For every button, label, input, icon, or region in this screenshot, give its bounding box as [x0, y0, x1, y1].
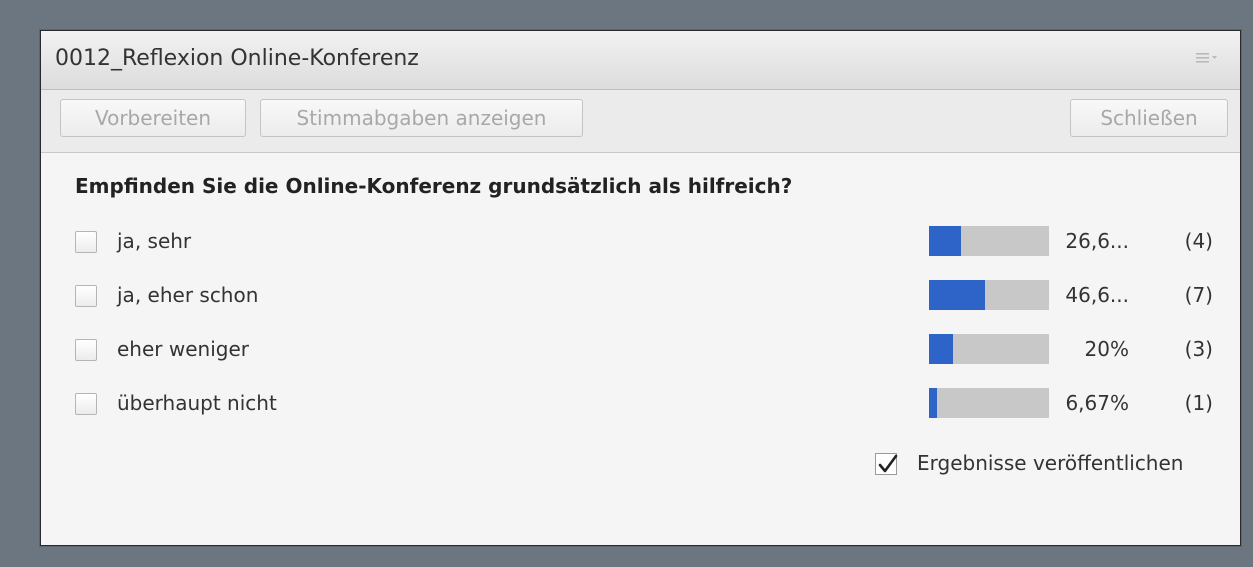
result-bar-fill	[929, 388, 937, 418]
option-label: eher weniger	[117, 337, 249, 361]
result-percent: 20%	[1084, 337, 1129, 361]
pod-title: 0012_Reflexion Online-Konferenz	[55, 46, 419, 71]
close-button[interactable]: Schließen	[1070, 99, 1228, 137]
poll-question: Empfinden Sie die Online-Konferenz grund…	[75, 174, 793, 198]
option-checkbox[interactable]	[75, 231, 97, 253]
publish-results-label: Ergebnisse veröffentlichen	[917, 451, 1184, 475]
result-count: (1)	[1184, 391, 1213, 415]
result-count: (7)	[1184, 283, 1213, 307]
result-bar-fill	[929, 334, 953, 364]
option-label: ja, eher schon	[117, 283, 259, 307]
poll-option-row: ja, sehr 26,6... (4)	[41, 226, 1240, 260]
result-bar-fill	[929, 226, 962, 256]
result-bar	[929, 388, 1049, 418]
result-bar	[929, 226, 1049, 256]
poll-option-row: eher weniger 20% (3)	[41, 334, 1240, 368]
poll-option-row: überhaupt nicht 6,67% (1)	[41, 388, 1240, 422]
result-percent: 46,6...	[1065, 283, 1129, 307]
poll-pod: 0012_Reflexion Online-Konferenz Vorberei…	[40, 30, 1241, 546]
option-checkbox[interactable]	[75, 393, 97, 415]
option-checkbox[interactable]	[75, 339, 97, 361]
pod-options-icon[interactable]	[1196, 51, 1222, 69]
result-bar-fill	[929, 280, 986, 310]
prepare-button[interactable]: Vorbereiten	[60, 99, 246, 137]
pod-titlebar: 0012_Reflexion Online-Konferenz	[41, 31, 1240, 90]
show-votes-button[interactable]: Stimmabgaben anzeigen	[260, 99, 583, 137]
result-percent: 6,67%	[1065, 391, 1129, 415]
result-bar	[929, 334, 1049, 364]
option-label: überhaupt nicht	[117, 391, 277, 415]
option-checkbox[interactable]	[75, 285, 97, 307]
pod-toolbar: Vorbereiten Stimmabgaben anzeigen Schlie…	[41, 90, 1240, 153]
checkmark-icon	[878, 454, 898, 473]
result-bar	[929, 280, 1049, 310]
poll-option-row: ja, eher schon 46,6... (7)	[41, 280, 1240, 314]
result-count: (4)	[1184, 229, 1213, 253]
publish-checkbox[interactable]	[875, 453, 898, 475]
result-count: (3)	[1184, 337, 1213, 361]
option-label: ja, sehr	[117, 229, 192, 253]
result-percent: 26,6...	[1065, 229, 1129, 253]
